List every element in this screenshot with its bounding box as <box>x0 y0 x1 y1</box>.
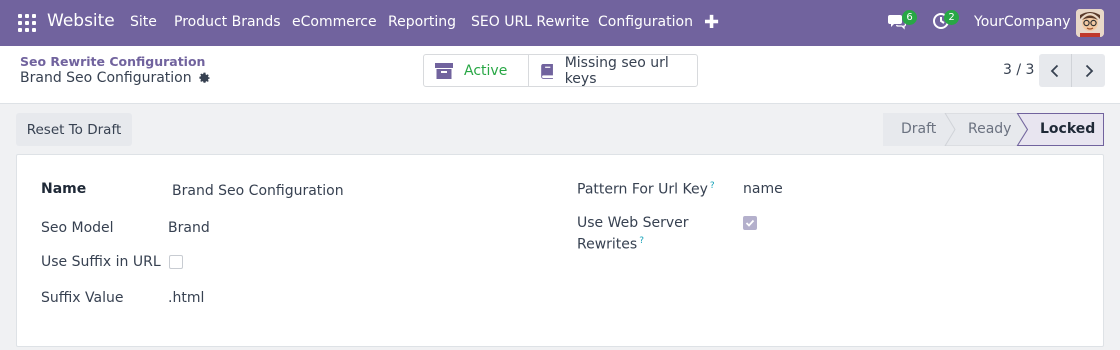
seo-model-field[interactable]: Brand <box>168 220 210 236</box>
use-suffix-label: Use Suffix in URL <box>41 254 161 270</box>
pager-previous-button[interactable] <box>1039 54 1072 87</box>
company-switcher[interactable]: YourCompany <box>974 14 1071 30</box>
breadcrumb-parent-link[interactable]: Seo Rewrite Configuration <box>20 54 205 69</box>
archive-icon <box>435 62 453 79</box>
pager-next-button[interactable] <box>1072 54 1105 87</box>
web-server-rewrites-checkbox[interactable] <box>743 216 757 230</box>
chevron-left-icon <box>1050 64 1059 77</box>
missing-seo-keys-button[interactable]: Missing seo url keys <box>528 54 697 87</box>
menu-product-brands[interactable]: Product Brands <box>174 14 281 30</box>
seo-model-label: Seo Model <box>41 220 114 236</box>
web-server-rewrites-label-line1: Use Web Server <box>577 215 689 231</box>
form-sheet: Name Brand Seo Configuration Seo Model B… <box>16 154 1104 347</box>
apps-grid-icon[interactable] <box>18 14 36 32</box>
control-panel: Seo Rewrite Configuration Brand Seo Conf… <box>0 46 1120 104</box>
smart-buttons: Active Missing seo url keys <box>423 54 698 87</box>
avatar-face-icon <box>1076 9 1104 37</box>
menu-configuration[interactable]: Configuration <box>598 14 693 30</box>
reset-to-draft-button[interactable]: Reset To Draft <box>16 113 132 146</box>
active-toggle-button[interactable]: Active <box>424 55 528 86</box>
name-label: Name <box>41 181 87 197</box>
top-navbar: Website Site Product Brands eCommerce Re… <box>0 0 1120 46</box>
status-draft[interactable]: Draft <box>901 121 936 137</box>
app-brand[interactable]: Website <box>47 11 115 31</box>
book-icon <box>541 63 553 79</box>
gear-icon[interactable] <box>198 72 211 85</box>
help-tooltip-icon[interactable]: ? <box>710 181 715 191</box>
chevron-right-icon <box>1085 64 1093 77</box>
pager-value[interactable]: 3 / 3 <box>1003 62 1034 78</box>
web-server-rewrites-label-line2: Rewrites? <box>577 236 644 253</box>
use-suffix-checkbox[interactable] <box>169 255 183 269</box>
record-title: Brand Seo Configuration <box>20 70 192 86</box>
menu-reporting[interactable]: Reporting <box>388 14 456 30</box>
missing-seo-keys-label: Missing seo url keys <box>564 54 669 87</box>
pattern-url-key-field[interactable]: name <box>743 181 783 197</box>
suffix-value-label: Suffix Value <box>41 290 124 306</box>
status-bar: Draft Ready Locked <box>883 113 1104 146</box>
suffix-value-field[interactable]: .html <box>168 290 204 306</box>
breadcrumb-current: Brand Seo Configuration <box>20 70 211 86</box>
pattern-url-key-text: Pattern For Url Key <box>577 181 708 198</box>
name-field[interactable]: Brand Seo Configuration <box>172 183 344 199</box>
status-locked[interactable]: Locked <box>1040 121 1095 137</box>
web-server-rewrites-text: Rewrites <box>577 236 638 253</box>
pager-buttons <box>1039 54 1105 87</box>
messages-badge: 6 <box>902 10 917 25</box>
help-tooltip-icon[interactable]: ? <box>639 236 644 246</box>
active-label: Active <box>464 62 508 79</box>
menu-ecommerce[interactable]: eCommerce <box>292 14 377 30</box>
menu-site[interactable]: Site <box>130 14 157 30</box>
activities-badge: 2 <box>944 10 959 25</box>
checkmark-icon <box>745 219 755 227</box>
user-avatar[interactable] <box>1076 9 1104 37</box>
menu-seo-url-rewrite[interactable]: SEO URL Rewrite <box>471 14 589 30</box>
plus-icon[interactable]: ✚ <box>704 12 719 33</box>
status-ready[interactable]: Ready <box>968 121 1011 137</box>
pattern-url-key-label: Pattern For Url Key? <box>577 181 715 198</box>
